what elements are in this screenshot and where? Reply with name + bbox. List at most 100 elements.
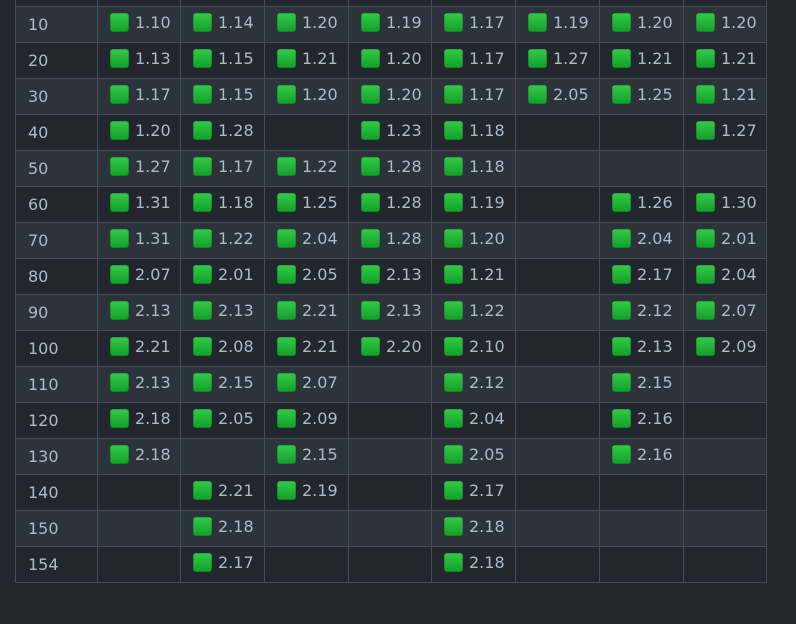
table-cell: 1.17 [97,78,181,115]
value-text: 2.04 [302,229,338,248]
table-cell: 1.15 [180,42,265,79]
value-text: 1.31 [135,193,171,212]
value-text: 1.19 [553,13,589,32]
status-value: 1.20 [444,229,505,248]
value-text: 1.17 [469,49,505,68]
table-cell: 1.30 [683,186,767,223]
table-cell: 2.15 [599,366,684,403]
table-cell: 2.13 [97,366,181,403]
value-text: 2.21 [218,481,254,500]
value-text: 2.09 [721,337,757,356]
table-cell: 2.07 [683,294,767,331]
status-value: 2.08 [193,337,254,356]
table-cell: 2.08 [180,330,265,367]
table-cell: 1.27 [515,42,600,79]
table-cell: 2.07 [97,258,181,295]
value-text: 2.05 [553,85,589,104]
status-value: 2.05 [528,85,589,104]
table-cell: 1.18 [431,114,516,151]
green-square-icon [193,193,212,212]
table-cell [515,546,600,583]
green-square-icon [110,13,129,32]
table-cell [515,258,600,295]
table-cell: 1.20 [264,78,349,115]
status-value: 2.13 [612,337,673,356]
value-text: 2.13 [218,301,254,320]
status-value: 1.19 [444,193,505,212]
status-value: 2.07 [696,301,757,320]
green-square-icon [361,121,380,140]
status-value: 2.12 [612,301,673,320]
table-cell: 1.19 [348,6,432,43]
green-square-icon [444,337,463,356]
table-cell: 1.21 [264,42,349,79]
status-value: 2.17 [193,553,254,572]
status-value: 1.18 [444,121,505,140]
table-cell: 1.31 [97,222,181,259]
status-value: 1.10 [110,13,171,32]
table-cell: 1.25 [599,78,684,115]
row-key-cell: 50 [15,150,98,187]
green-square-icon [193,373,212,392]
value-text: 1.20 [386,85,422,104]
green-square-icon [361,13,380,32]
green-square-icon [612,49,631,68]
status-value: 2.12 [444,373,505,392]
table-cell: 2.13 [348,258,432,295]
green-square-icon [193,229,212,248]
value-text: 2.13 [135,301,171,320]
green-square-icon [361,337,380,356]
table-row: 90 2.13 2.13 2.21 2.13 1.22 2.12 2.07 [15,294,767,331]
status-value: 2.18 [110,409,171,428]
green-square-icon [444,193,463,212]
status-value: 2.09 [277,409,338,428]
green-square-icon [110,445,129,464]
value-text: 2.16 [637,409,673,428]
green-square-icon [361,301,380,320]
table-cell: 1.31 [97,186,181,223]
table-cell [515,222,600,259]
green-square-icon [696,229,715,248]
table-cell [683,438,767,475]
status-value: 1.17 [110,85,171,104]
row-key-cell: 100 [15,330,98,367]
value-text: 1.27 [135,157,171,176]
table-cell [348,510,432,547]
table-cell: 1.17 [431,78,516,115]
status-value: 2.15 [193,373,254,392]
green-square-icon [277,409,296,428]
table-cell: 1.20 [348,42,432,79]
value-text: 1.21 [721,49,757,68]
green-square-icon [193,301,212,320]
table-cell: 2.18 [180,510,265,547]
value-text: 1.22 [302,157,338,176]
value-text: 1.27 [553,49,589,68]
row-key-cell: 80 [15,258,98,295]
table-cell [97,546,181,583]
green-square-icon [110,85,129,104]
green-square-icon [110,49,129,68]
value-text: 1.21 [302,49,338,68]
table-cell [515,402,600,439]
green-square-icon [277,13,296,32]
status-value: 1.28 [193,121,254,140]
row-key-cell: 120 [15,402,98,439]
table-cell: 2.09 [264,402,349,439]
status-value: 2.15 [277,445,338,464]
value-text: 2.04 [637,229,673,248]
green-square-icon [193,265,212,284]
value-text: 2.01 [218,265,254,284]
value-text: 1.25 [302,193,338,212]
green-square-icon [110,157,129,176]
value-text: 2.07 [135,265,171,284]
value-text: 1.21 [637,49,673,68]
table-cell: 1.18 [431,150,516,187]
table-cell: 1.27 [97,150,181,187]
green-square-icon [193,157,212,176]
green-square-icon [696,85,715,104]
table-cell [348,474,432,511]
value-text: 1.28 [386,229,422,248]
green-square-icon [361,85,380,104]
status-value: 1.30 [696,193,757,212]
value-text: 1.28 [386,157,422,176]
